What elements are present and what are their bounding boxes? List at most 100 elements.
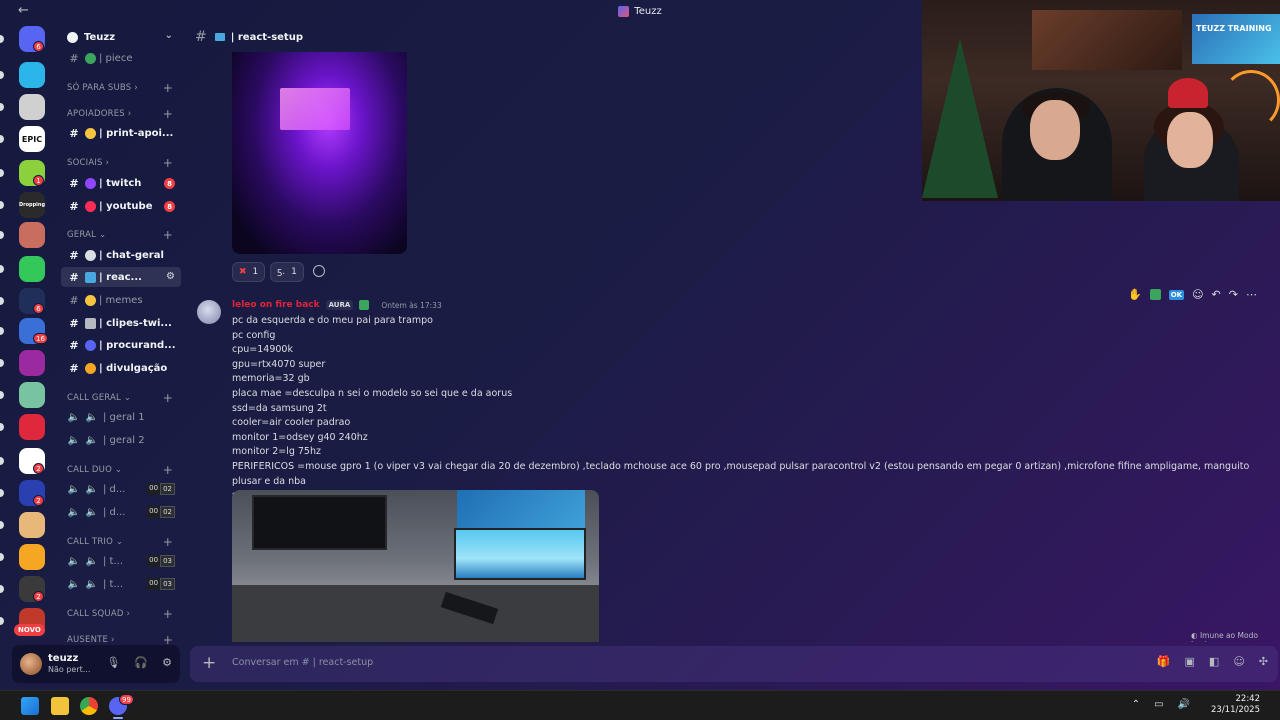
unread-pill (0, 423, 4, 431)
server-icon[interactable] (19, 256, 45, 282)
user-info[interactable]: teuzz Não pert... (48, 653, 90, 675)
add-channel-icon[interactable]: + (163, 81, 173, 95)
channel-memes[interactable]: # | memes (61, 290, 181, 310)
user-count: 00 (147, 555, 161, 567)
server-icon[interactable] (19, 350, 45, 376)
channel-youtube[interactable]: # | youtube 8 (61, 196, 181, 216)
network-icon[interactable]: ▭ (1154, 699, 1163, 710)
add-channel-icon[interactable]: + (163, 107, 173, 121)
category-apoiadores[interactable]: APOIADORES › + (67, 107, 183, 121)
message-actions-bar: ✋ OK ☺ ↶ ↷ ⋯ (1128, 288, 1257, 301)
server-icon[interactable]: EPIC (19, 126, 45, 152)
back-arrow-icon[interactable]: ← (18, 3, 29, 18)
add-attachment-icon[interactable]: + (202, 653, 216, 673)
avatar[interactable] (20, 653, 42, 675)
channel-piece[interactable]: # | piece (61, 48, 181, 68)
channel-title: | react-setup (230, 31, 303, 43)
category-geral[interactable]: GERAL ⌄ + (67, 228, 183, 242)
taskbar: 99 ⌃ ▭ 🔊 22:42 23/11/2025 (0, 690, 1280, 720)
server-icon[interactable]: Dropping (19, 192, 45, 218)
message-composer[interactable]: + Conversar em # | react-setup 🎁 ▣ ◧ ☺ ✣ (190, 646, 1278, 682)
server-icon[interactable] (19, 62, 45, 88)
gear-icon[interactable]: ⚙ (162, 656, 172, 669)
forward-icon[interactable]: ↷ (1229, 288, 1238, 301)
category-call-duo[interactable]: CALL DUO ⌄ + (67, 463, 183, 477)
message-content: pc da esquerda e do meu pai para trampo p… (232, 314, 1272, 504)
chevron-up-icon[interactable]: ⌃ (1132, 699, 1140, 710)
category-sociais[interactable]: SOCIAIS › + (67, 156, 183, 170)
add-channel-icon[interactable]: + (163, 228, 173, 242)
add-channel-icon[interactable]: + (163, 607, 173, 621)
add-channel-icon[interactable]: + (163, 535, 173, 549)
monitor-icon (214, 33, 225, 41)
server-label: Dropping (18, 202, 46, 208)
message-author[interactable]: leleo on fire back (232, 300, 320, 310)
category-call-trio[interactable]: CALL TRIO ⌄ + (67, 535, 183, 549)
add-reaction-icon[interactable]: ☺ (1192, 288, 1203, 301)
apps-icon[interactable]: ✣ (1259, 655, 1268, 668)
category-call-squad[interactable]: CALL SQUAD › + (67, 607, 183, 621)
monitor-icon (85, 271, 96, 283)
gamepad-icon (85, 339, 96, 351)
unread-pill (0, 521, 4, 529)
clan-tag[interactable]: AURA (325, 300, 354, 310)
check-icon[interactable] (1149, 289, 1161, 300)
clock-date: 23/11/2025 (1211, 705, 1260, 715)
headphones-icon[interactable]: 🎧 (134, 656, 148, 669)
reaction-button[interactable]: ƽ. 1 (270, 262, 304, 282)
category-ausente[interactable]: AUSENTE › + (67, 633, 183, 647)
more-icon[interactable]: ⋯ (1246, 288, 1257, 301)
emoji-icon[interactable]: ☺ (1233, 655, 1244, 668)
composer-placeholder[interactable]: Conversar em # | react-setup (232, 657, 373, 668)
channel-procurand[interactable]: # | procurand... (61, 335, 181, 355)
attachment-image[interactable] (232, 490, 599, 642)
server-icon[interactable] (19, 414, 45, 440)
chrome-icon[interactable] (80, 697, 98, 715)
voice-channel-trio-1[interactable]: 🔈 🔈 | t... 00 03 (61, 551, 181, 571)
reaction-button[interactable]: ✖ 1 (232, 262, 266, 282)
server-icon[interactable] (19, 94, 45, 120)
voice-channel-duo-2[interactable]: 🔈 🔈 | d... 00 02 (61, 502, 181, 522)
file-explorer-icon[interactable] (51, 697, 69, 715)
reply-icon[interactable]: ↶ (1212, 288, 1221, 301)
channel-clipes[interactable]: # | clipes-twi... (61, 313, 181, 333)
voice-channel-geral-1[interactable]: 🔈 🔈 | geral 1 (61, 407, 181, 427)
microphone-icon[interactable]: 🎙 (106, 656, 120, 669)
image-content (280, 88, 350, 130)
channel-sidebar: Teuzz ⌄ # | piece SÓ PARA SUBS › + APOIA… (57, 22, 185, 647)
category-call-geral[interactable]: CALL GERAL ⌄ + (67, 391, 183, 405)
hash-icon: # (69, 316, 79, 330)
voice-channel-trio-2[interactable]: 🔈 🔈 | t... 00 03 (61, 574, 181, 594)
channel-settings-icons[interactable]: ⚙ (166, 271, 175, 282)
attachment-image[interactable] (232, 52, 407, 254)
channel-divulgacao[interactable]: # | divulgação (61, 358, 181, 378)
channel-print-apoi[interactable]: # | print-apoi... (61, 123, 181, 143)
volume-icon[interactable]: 🔊 (1178, 699, 1190, 710)
category-so-para-subs[interactable]: SÓ PARA SUBS › + (67, 81, 183, 95)
sticker-icon[interactable]: ◧ (1209, 655, 1219, 668)
add-channel-icon[interactable]: + (163, 391, 173, 405)
clock[interactable]: 22:42 23/11/2025 (1211, 694, 1260, 716)
voice-channel-geral-2[interactable]: 🔈 🔈 | geral 2 (61, 430, 181, 450)
category-label: SOCIAIS (67, 158, 103, 168)
server-icon[interactable] (19, 382, 45, 408)
windows-start-icon[interactable] (21, 697, 39, 715)
voice-channel-duo-1[interactable]: 🔈 🔈 | d... 00 02 (61, 479, 181, 499)
add-channel-icon[interactable]: + (163, 463, 173, 477)
gif-icon[interactable]: ▣ (1185, 655, 1195, 668)
notification-badge: 16 (33, 333, 48, 344)
server-icon[interactable] (19, 512, 45, 538)
system-tray: ⌃ ▭ 🔊 (1132, 699, 1190, 710)
channel-chat-geral[interactable]: # | chat-geral (61, 245, 181, 265)
message-timestamp: Ontem às 17:33 (381, 300, 442, 310)
hand-icon[interactable]: ✋ (1128, 288, 1142, 301)
gift-icon[interactable]: 🎁 (1157, 655, 1171, 668)
channel-react-setup[interactable]: # | reac... ⚙ (61, 267, 181, 287)
channel-twitch[interactable]: # | twitch 8 (61, 173, 181, 193)
ok-icon[interactable]: OK (1168, 289, 1185, 300)
add-reaction-icon[interactable] (313, 265, 325, 277)
server-icon[interactable] (19, 544, 45, 570)
add-channel-icon[interactable]: + (163, 156, 173, 170)
avatar[interactable] (197, 300, 221, 324)
server-icon[interactable] (19, 222, 45, 248)
